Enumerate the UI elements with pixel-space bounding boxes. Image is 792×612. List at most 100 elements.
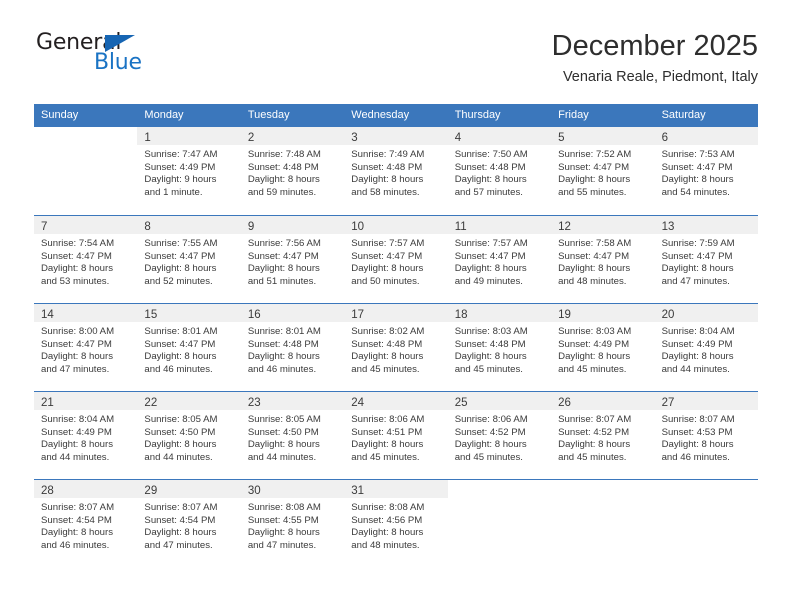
- day-number-band: 5: [551, 127, 655, 145]
- day-cell[interactable]: 24 Sunrise: 8:06 AM Sunset: 4:51 PM Dayligh…: [344, 392, 448, 479]
- calendar-week-row: 21 Sunrise: 8:04 AM Sunset: 4:49 PM Dayligh…: [34, 391, 758, 479]
- sunset-text: Sunset: 4:48 PM: [247, 338, 319, 350]
- daylight-text-line2: and 45 minutes.: [454, 451, 523, 463]
- day-number-band: 27: [654, 392, 758, 410]
- daylight-text-line1: Daylight: 8 hours: [144, 527, 217, 539]
- daylight-text-line1: Daylight: 9 hours: [144, 174, 217, 186]
- sunset-text: Sunset: 4:52 PM: [558, 426, 630, 438]
- day-cell[interactable]: 27 Sunrise: 8:07 AM Sunset: 4:53 PM Dayligh…: [654, 392, 758, 479]
- day-cell[interactable]: 19 Sunrise: 8:03 AM Sunset: 4:49 PM Dayligh…: [551, 304, 655, 391]
- daylight-text-line2: and 44 minutes.: [247, 451, 317, 463]
- day-number: 17: [351, 309, 365, 321]
- daylight-text-line1: Daylight: 8 hours: [454, 174, 527, 186]
- sunset-text: Sunset: 4:48 PM: [247, 161, 319, 173]
- day-cell[interactable]: 7 Sunrise: 7:54 AM Sunset: 4:47 PM Daylight…: [34, 216, 138, 303]
- day-details: Sunrise: 8:04 AM Sunset: 4:49 PM Daylight:…: [34, 410, 137, 464]
- sunrise-text: Sunrise: 8:00 AM: [41, 326, 115, 337]
- day-cell[interactable]: 29 Sunrise: 8:07 AM Sunset: 4:54 PM Dayligh…: [137, 480, 241, 567]
- day-cell[interactable]: 22 Sunrise: 8:05 AM Sunset: 4:50 PM Dayligh…: [137, 392, 241, 479]
- weekday-header-row: Sunday Monday Tuesday Wednesday Thursday…: [34, 104, 758, 127]
- day-number: 12: [558, 221, 571, 233]
- day-number: 27: [661, 397, 675, 409]
- daylight-text-line1: Daylight: 8 hours: [558, 351, 631, 363]
- day-number: 23: [247, 397, 261, 409]
- daylight-text-line1: Daylight: 8 hours: [144, 263, 217, 275]
- day-details: Sunrise: 8:07 AM Sunset: 4:54 PM Daylight:…: [137, 498, 240, 552]
- sunrise-text: Sunrise: 8:02 AM: [351, 326, 425, 337]
- day-cell[interactable]: 2 Sunrise: 7:48 AM Sunset: 4:48 PM Daylight…: [240, 127, 345, 215]
- day-number: 10: [351, 221, 365, 233]
- day-number-band: 9: [240, 216, 345, 234]
- daylight-text-line2: and 51 minutes.: [247, 275, 317, 287]
- day-cell[interactable]: 25 Sunrise: 8:06 AM Sunset: 4:52 PM Dayligh…: [447, 392, 552, 479]
- day-cell[interactable]: 11 Sunrise: 7:57 AM Sunset: 4:47 PM Dayligh…: [447, 216, 552, 303]
- page-title: December 2025: [551, 30, 758, 62]
- sunset-text: Sunset: 4:56 PM: [351, 514, 423, 526]
- day-number: 13: [661, 221, 675, 233]
- sunrise-text: Sunrise: 7:50 AM: [454, 149, 528, 160]
- day-number-band: 28: [34, 480, 138, 498]
- sunset-text: Sunset: 4:48 PM: [351, 161, 423, 173]
- day-number-band: 25: [447, 392, 552, 410]
- day-number-band: [551, 480, 654, 498]
- day-cell[interactable]: 9 Sunrise: 7:56 AM Sunset: 4:47 PM Daylight…: [240, 216, 345, 303]
- day-details: Sunrise: 7:50 AM Sunset: 4:48 PM Daylight:…: [448, 145, 551, 199]
- daylight-text-line1: Daylight: 8 hours: [247, 527, 320, 539]
- day-cell[interactable]: 26 Sunrise: 8:07 AM Sunset: 4:52 PM Dayligh…: [551, 392, 655, 479]
- daylight-text-line1: Daylight: 8 hours: [144, 439, 217, 451]
- day-cell[interactable]: 23 Sunrise: 8:05 AM Sunset: 4:50 PM Dayligh…: [240, 392, 345, 479]
- calendar-week-row: 7 Sunrise: 7:54 AM Sunset: 4:47 PM Daylight…: [34, 215, 758, 303]
- sunset-text: Sunset: 4:52 PM: [454, 426, 526, 438]
- sunset-text: Sunset: 4:48 PM: [454, 161, 526, 173]
- daylight-text-line1: Daylight: 8 hours: [351, 527, 424, 539]
- sunrise-text: Sunrise: 8:06 AM: [454, 414, 528, 425]
- daylight-text-line2: and 45 minutes.: [351, 451, 420, 463]
- daylight-text-line2: and 45 minutes.: [454, 363, 523, 375]
- day-details: Sunrise: 8:05 AM Sunset: 4:50 PM Daylight:…: [241, 410, 344, 464]
- day-cell[interactable]: 12 Sunrise: 7:58 AM Sunset: 4:47 PM Dayligh…: [551, 216, 655, 303]
- day-number-band: 8: [137, 216, 241, 234]
- day-cell[interactable]: 13 Sunrise: 7:59 AM Sunset: 4:47 PM Dayligh…: [654, 216, 758, 303]
- day-cell[interactable]: 18 Sunrise: 8:03 AM Sunset: 4:48 PM Dayligh…: [447, 304, 552, 391]
- daylight-text-line1: Daylight: 8 hours: [351, 174, 424, 186]
- day-details: Sunrise: 8:03 AM Sunset: 4:49 PM Daylight:…: [551, 322, 654, 376]
- day-cell[interactable]: 30 Sunrise: 8:08 AM Sunset: 4:55 PM Dayligh…: [240, 480, 345, 567]
- sunset-text: Sunset: 4:49 PM: [558, 338, 630, 350]
- daylight-text-line2: and 44 minutes.: [661, 363, 730, 375]
- daylight-text-line1: Daylight: 8 hours: [247, 351, 320, 363]
- day-cell-empty: [655, 480, 758, 567]
- sunset-text: Sunset: 4:49 PM: [661, 338, 733, 350]
- day-cell[interactable]: 15 Sunrise: 8:01 AM Sunset: 4:47 PM Dayligh…: [137, 304, 241, 391]
- day-cell[interactable]: 3 Sunrise: 7:49 AM Sunset: 4:48 PM Daylight…: [344, 127, 448, 215]
- day-cell[interactable]: 8 Sunrise: 7:55 AM Sunset: 4:47 PM Daylight…: [137, 216, 241, 303]
- day-details: Sunrise: 8:07 AM Sunset: 4:54 PM Daylight:…: [34, 498, 137, 552]
- daylight-text-line2: and 46 minutes.: [247, 363, 317, 375]
- day-cell[interactable]: 20 Sunrise: 8:04 AM Sunset: 4:49 PM Dayligh…: [654, 304, 758, 391]
- day-details: Sunrise: 8:05 AM Sunset: 4:50 PM Daylight:…: [137, 410, 240, 464]
- day-cell[interactable]: 4 Sunrise: 7:50 AM Sunset: 4:48 PM Daylight…: [447, 127, 552, 215]
- day-cell[interactable]: 21 Sunrise: 8:04 AM Sunset: 4:49 PM Dayligh…: [34, 392, 138, 479]
- day-cell[interactable]: 14 Sunrise: 8:00 AM Sunset: 4:47 PM Dayligh…: [34, 304, 138, 391]
- daylight-text-line2: and 48 minutes.: [351, 539, 420, 551]
- sunset-text: Sunset: 4:54 PM: [41, 514, 112, 526]
- day-number-band: 3: [344, 127, 448, 145]
- day-cell[interactable]: 1 Sunrise: 7:47 AM Sunset: 4:49 PM Daylight…: [137, 127, 241, 215]
- day-details: Sunrise: 7:53 AM Sunset: 4:47 PM Daylight:…: [655, 145, 758, 199]
- day-cell[interactable]: 16 Sunrise: 8:01 AM Sunset: 4:48 PM Dayligh…: [240, 304, 345, 391]
- daylight-text-line2: and 44 minutes.: [41, 451, 110, 463]
- day-number-band: 1: [137, 127, 241, 145]
- day-cell[interactable]: 28 Sunrise: 8:07 AM Sunset: 4:54 PM Dayligh…: [34, 480, 138, 567]
- day-cell[interactable]: 5 Sunrise: 7:52 AM Sunset: 4:47 PM Daylight…: [551, 127, 655, 215]
- sunset-text: Sunset: 4:47 PM: [41, 250, 112, 262]
- sunrise-text: Sunrise: 8:07 AM: [144, 502, 218, 513]
- sunrise-text: Sunrise: 8:01 AM: [144, 326, 218, 337]
- sunset-text: Sunset: 4:47 PM: [558, 250, 630, 262]
- day-cell[interactable]: 31 Sunrise: 8:08 AM Sunset: 4:56 PM Dayligh…: [344, 480, 448, 567]
- day-cell[interactable]: 6 Sunrise: 7:53 AM Sunset: 4:47 PM Daylight…: [654, 127, 758, 215]
- day-number: 31: [351, 485, 365, 497]
- day-cell[interactable]: 17 Sunrise: 8:02 AM Sunset: 4:48 PM Dayligh…: [344, 304, 448, 391]
- day-details: Sunrise: 8:01 AM Sunset: 4:48 PM Daylight:…: [241, 322, 344, 376]
- day-cell[interactable]: 10 Sunrise: 7:57 AM Sunset: 4:47 PM Dayligh…: [344, 216, 448, 303]
- day-number-band: 11: [447, 216, 552, 234]
- day-number-band: 21: [34, 392, 138, 410]
